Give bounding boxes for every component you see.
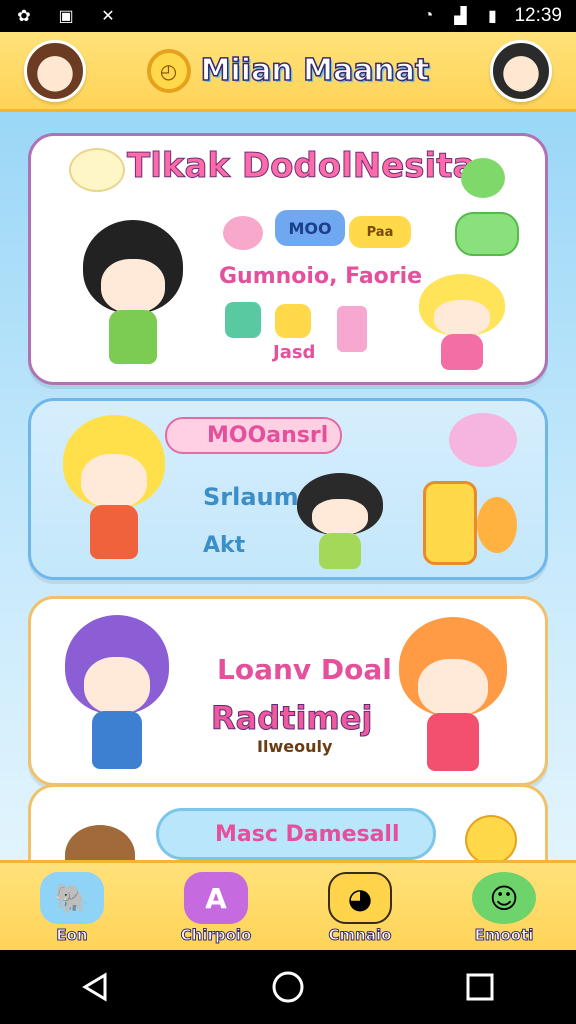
green-blob-icon [461,158,505,198]
sticker-label: Paa [366,224,394,240]
back-icon[interactable] [76,967,116,1007]
drink-cup-icon [337,306,367,352]
character-dark-hair [297,473,383,573]
wifi-icon: ◔ [423,7,434,24]
card-line-2: Radtimej [210,699,373,738]
avatar[interactable] [24,40,86,102]
card-line-3: Ilweouly [257,737,333,756]
card-line-1: Loanv Doal [217,653,392,686]
chat-bubble-icon: ☺ [472,872,536,924]
letter-a-icon: A [184,872,248,924]
sticker-moo: MOO [275,210,345,246]
character-orange-hair [399,617,507,777]
banner-label: Masc Damesall [215,821,400,847]
card-headline: Tlkak DodolNesita [126,146,476,187]
pill-label-text: MOOansrl [207,423,329,448]
character-yellow-hair [63,415,165,565]
card-caption: Jasd [273,342,316,363]
pill-label[interactable]: MOOansrl [165,417,343,454]
green-speech-bubble-icon[interactable] [455,212,519,256]
profile-avatar[interactable] [490,40,552,102]
pink-speech-bubble-icon[interactable] [449,413,517,467]
bottom-navigation: 🐘 Eon A Chirpoio ◕ Cmnaio ☺ Emooti [0,860,576,950]
jar-icon [423,481,477,565]
smiley-face-icon [465,815,517,865]
nav-item-emooti[interactable]: ☺ Emooti [444,872,564,945]
battery-icon: ▮ [488,8,497,25]
notification-icon: ✿ [17,8,31,25]
nav-item-cmnaio[interactable]: ◕ Cmnaio [300,872,420,945]
app-title: Miian Maanat [200,52,430,89]
nav-label: Emooti [474,926,534,945]
cheese-icon: ◕ [328,872,392,924]
card-line-1: Srlaum [203,483,299,511]
nav-item-chirpoio[interactable]: A Chirpoio [156,872,276,945]
card-line-2: Akt [203,533,246,558]
pink-cat-icon [223,216,263,250]
signal-icon: ▟ [454,8,467,25]
nav-label: Chirpoio [180,926,252,945]
nav-item-eon[interactable]: 🐘 Eon [12,872,132,945]
feature-card-1[interactable]: Tlkak DodolNesita MOO Paa Gumnoio, Faori… [28,133,548,385]
home-icon[interactable] [268,967,308,1007]
status-bar: ✿ ▣ ✕ ◔ ▟ ▮ 12:39 [0,0,576,32]
yellow-star-icon [275,304,311,338]
feature-card-3[interactable]: Loanv Doal Radtimej Ilweouly [28,596,548,786]
flame-creature-icon [477,497,517,553]
nav-label: Cmnaio [328,926,392,945]
green-star-icon [225,302,261,338]
app-header: ◴ Miian Maanat [0,32,576,112]
system-navigation-bar [0,950,576,1024]
character-blonde [419,274,505,374]
silent-icon: ✕ [101,8,115,25]
image-icon: ▣ [58,8,74,25]
feature-card-2[interactable]: MOOansrl Srlaum Akt [28,398,548,580]
promo-banner[interactable]: Masc Damesall [156,808,436,860]
cloud-icon [69,148,125,192]
sticker-label: MOO [288,218,332,238]
character-black-hair [83,220,183,370]
character-purple-hair [65,615,169,775]
title-group: ◴ Miian Maanat [146,48,430,93]
recents-icon[interactable] [460,967,500,1007]
clock: 12:39 [514,5,562,26]
alarm-clock-icon: ◴ [146,48,191,93]
sticker-paa: Paa [349,216,411,248]
nav-label: Eon [56,926,88,945]
card-subtitle: Gumnoio, Faorie [219,264,423,289]
elephant-icon: 🐘 [40,872,104,924]
